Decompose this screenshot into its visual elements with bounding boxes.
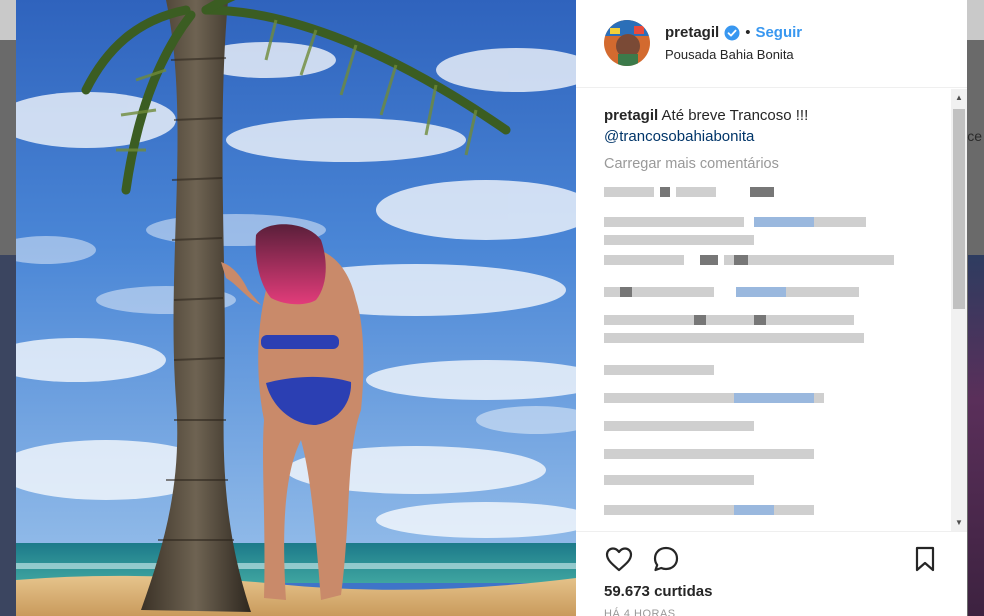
caption-author[interactable]: pretagil: [604, 107, 658, 124]
separator-dot: •: [745, 24, 751, 41]
post-header: pretagil • Seguir Pousada Bahia Bonita: [576, 0, 967, 88]
backdrop-left-image: [0, 255, 16, 616]
post-actions: [576, 531, 967, 591]
likes-label: curtidas: [654, 583, 713, 600]
scrollbar-thumb[interactable]: [953, 109, 965, 309]
triangle-down-icon[interactable]: ▼: [951, 514, 967, 531]
likes-count[interactable]: 59.673 curtidas: [604, 583, 712, 600]
caption-text: Até breve Trancoso !!!: [661, 107, 809, 124]
user-line: pretagil • Seguir: [665, 24, 802, 41]
verified-badge-icon: [724, 25, 740, 41]
comments-scrollbar[interactable]: ▲ ▼: [951, 89, 967, 531]
comment-bubble-icon[interactable]: [651, 544, 681, 574]
caption-mention-link[interactable]: @trancosobahiabonita: [604, 126, 934, 147]
location-link[interactable]: Pousada Bahia Bonita: [665, 47, 794, 62]
post-modal: pretagil • Seguir Pousada Bahia Bonita p…: [16, 0, 967, 616]
avatar[interactable]: [604, 20, 650, 66]
post-caption: pretagil Até breve Trancoso !!! @trancos…: [604, 105, 934, 147]
blurred-comments: [604, 187, 894, 515]
username-link[interactable]: pretagil: [665, 24, 719, 41]
likes-number: 59.673: [604, 583, 650, 600]
comments-section[interactable]: pretagil Até breve Trancoso !!! @trancos…: [576, 89, 967, 531]
follow-button[interactable]: Seguir: [755, 24, 802, 41]
avatar-image: [604, 20, 650, 66]
triangle-up-icon[interactable]: ▲: [951, 89, 967, 106]
post-side-panel: pretagil • Seguir Pousada Bahia Bonita p…: [576, 0, 967, 616]
heart-icon[interactable]: [604, 544, 634, 574]
bookmark-icon[interactable]: [910, 544, 940, 574]
post-photo[interactable]: [16, 0, 576, 616]
post-timestamp[interactable]: HÁ 4 HORAS: [604, 608, 676, 616]
load-more-comments-button[interactable]: Carregar mais comentários: [604, 156, 779, 172]
beach-photo-illustration: [16, 0, 576, 616]
backdrop-right-image: [968, 255, 984, 616]
